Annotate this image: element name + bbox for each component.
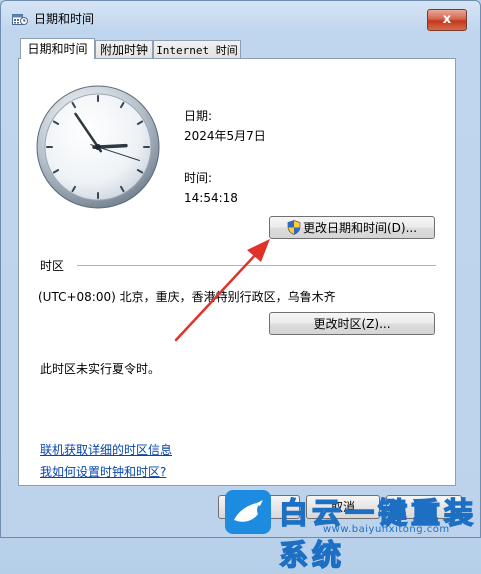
window-title: 日期和时间 — [34, 12, 95, 26]
timezone-divider — [77, 265, 436, 266]
title-bar[interactable]: 日期和时间 x — [1, 1, 480, 33]
change-datetime-label: 更改日期和时间(D)... — [302, 221, 418, 235]
change-timezone-button[interactable]: 更改时区(Z)... — [269, 312, 435, 335]
dst-note: 此时区未实行夏令时。 — [40, 362, 161, 376]
close-button[interactable]: x — [427, 9, 467, 31]
analog-clock — [36, 85, 160, 209]
watermark-url: www.baiyunxitong.com — [323, 524, 450, 535]
time-value: 14:54:18 — [184, 191, 238, 205]
change-datetime-button[interactable]: 更改日期和时间(D)... — [269, 216, 435, 239]
date-label: 日期: — [184, 109, 213, 123]
timezone-info-link[interactable]: 联机获取详细的时区信息 — [40, 441, 172, 458]
tab-internet-time[interactable]: Internet 时间 — [153, 40, 241, 59]
date-value: 2024年5月7日 — [184, 129, 266, 143]
timezone-heading: 时区 — [40, 259, 65, 273]
bird-logo-icon — [225, 490, 271, 534]
tab-date-time[interactable]: 日期和时间 — [20, 38, 95, 59]
timezone-value: (UTC+08:00) 北京，重庆，香港特别行政区，乌鲁木齐 — [38, 290, 336, 304]
watermark: 白云一键重装系统 www.baiyunxitong.com — [225, 490, 481, 573]
tab-additional-clocks[interactable]: 附加时钟 — [95, 40, 153, 59]
uac-shield-icon — [287, 220, 301, 235]
calendar-clock-icon — [12, 14, 28, 25]
time-label: 时间: — [184, 171, 213, 185]
clock-help-link[interactable]: 我如何设置时钟和时区? — [40, 463, 166, 480]
dialog-window: 日期和时间 x 日期和时间 附加时钟 Internet 时间 日期: 2024年… — [0, 0, 481, 538]
